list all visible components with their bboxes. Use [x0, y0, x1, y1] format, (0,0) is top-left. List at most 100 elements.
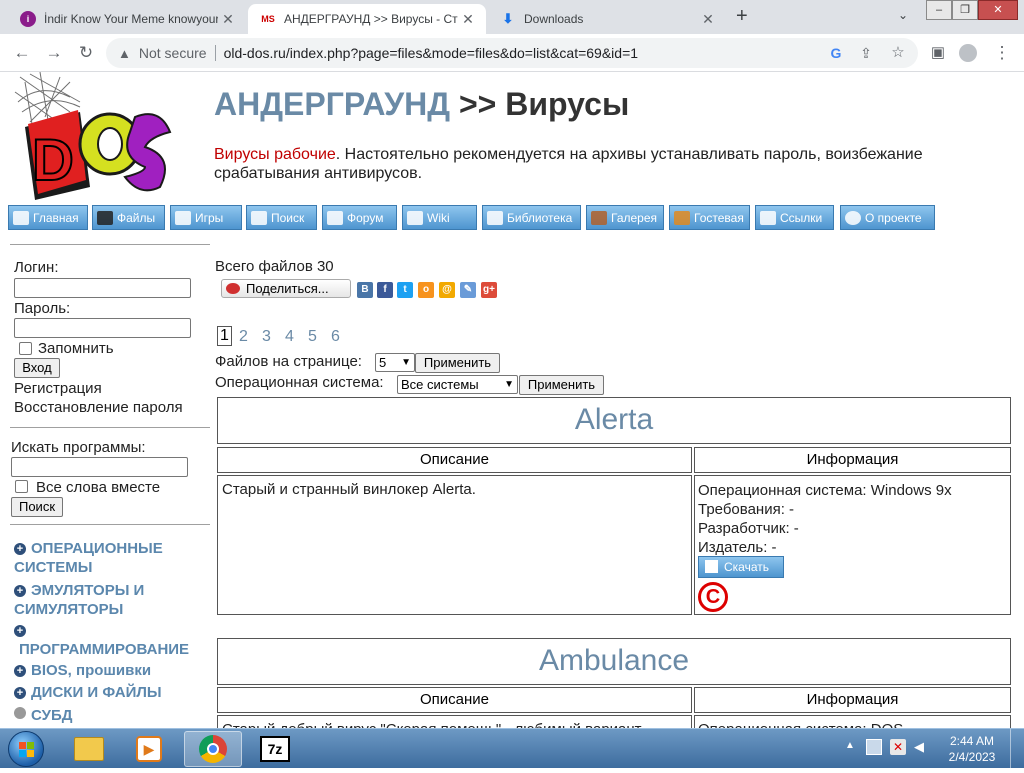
category-programming[interactable]: + ПРОГРАММИРОВАНИЕ [14, 621, 214, 659]
close-icon[interactable]: ✕ [698, 11, 718, 28]
nav-home-button[interactable]: Главная [8, 205, 88, 230]
category-dbms[interactable]: СУБД [14, 706, 209, 725]
share-button[interactable]: Поделиться... [221, 279, 351, 298]
nav-about-button[interactable]: О проекте [840, 205, 935, 230]
page-3-link[interactable]: 3 [262, 328, 271, 346]
action-center-flag-icon[interactable]: ✕ [890, 739, 906, 755]
register-link[interactable]: Регистрация [14, 380, 102, 397]
file-title-link[interactable]: Ambulance [218, 639, 1010, 683]
new-tab-button[interactable]: + [736, 5, 748, 28]
nav-search-button[interactable]: Поиск [246, 205, 317, 230]
per-page-select[interactable]: 5 ▼ [375, 353, 415, 372]
warning-triangle-icon[interactable]: ▲ [118, 46, 131, 61]
windows-taskbar: ▶ 7z ▲ ✕ ◀ 2:44 AM 2/4/2023 [0, 728, 1024, 769]
reload-icon[interactable]: ↻ [74, 42, 98, 64]
close-icon[interactable]: ✕ [218, 11, 238, 28]
nav-guestbook-button[interactable]: Гостевая [669, 205, 750, 230]
facebook-icon[interactable]: f [377, 282, 393, 298]
page-4-link[interactable]: 4 [285, 328, 294, 346]
category-emulators[interactable]: + ЭМУЛЯТОРЫ И СИМУЛЯТОРЫ [14, 581, 209, 619]
nav-library-button[interactable]: Библиотека [482, 205, 581, 230]
clock[interactable]: 2:44 AM 2/4/2023 [944, 733, 1000, 765]
expand-plus-icon[interactable]: + [14, 543, 26, 555]
password-input[interactable] [14, 318, 191, 338]
media-player-taskbar-button[interactable]: ▶ [120, 731, 178, 767]
twitter-icon[interactable]: t [397, 282, 413, 298]
page-2-link[interactable]: 2 [239, 328, 248, 346]
apply-per-page-button[interactable]: Применить [415, 353, 500, 373]
tab-search-chevron-icon[interactable]: ⌄ [898, 8, 908, 22]
description-column-header: Описание [217, 687, 692, 713]
share-label: Поделиться... [246, 281, 329, 296]
per-page-label: Файлов на странице: [215, 353, 362, 370]
file-explorer-taskbar-button[interactable] [60, 731, 118, 767]
minimize-button[interactable]: – [926, 0, 952, 20]
7zip-taskbar-button[interactable]: 7z [246, 731, 304, 767]
maximize-button[interactable]: ❐ [952, 0, 978, 20]
nav-links-button[interactable]: Ссылки [755, 205, 834, 230]
side-panel-icon[interactable]: ▣ [926, 42, 950, 64]
search-button[interactable]: Поиск [11, 497, 63, 517]
expand-plus-icon[interactable]: + [14, 665, 26, 677]
os-filter-select[interactable]: Все системы ▼ [397, 375, 518, 394]
show-hidden-icons-chevron-icon[interactable]: ▲ [845, 740, 855, 751]
share-icon[interactable]: ⇪ [854, 42, 878, 64]
category-label: BIOS, прошивки [31, 662, 152, 679]
tab-old-dos[interactable]: MS АНДЕРГРАУНД >> Вирусы - Ста ✕ [248, 4, 486, 34]
nav-gallery-button[interactable]: Галерея [586, 205, 664, 230]
url-text[interactable]: old-dos.ru/index.php?page=files&mode=fil… [224, 45, 638, 61]
network-icon[interactable] [866, 739, 882, 755]
category-os[interactable]: + ОПЕРАЦИОННЫЕ СИСТЕМЫ [14, 539, 209, 577]
login-input[interactable] [14, 278, 191, 298]
profile-avatar-icon[interactable] [956, 42, 980, 64]
back-arrow-icon[interactable]: ← [10, 42, 34, 64]
google-lens-icon[interactable]: G [824, 42, 848, 64]
close-icon[interactable]: ✕ [458, 11, 478, 28]
bookmark-star-icon[interactable]: ☆ [886, 42, 910, 64]
page-5-link[interactable]: 5 [308, 328, 317, 346]
all-words-checkbox[interactable] [15, 480, 28, 493]
expand-plus-icon[interactable]: + [14, 585, 26, 597]
nav-wiki-button[interactable]: Wiki [402, 205, 477, 230]
search-input[interactable] [11, 457, 188, 477]
breadcrumb-link[interactable]: АНДЕРГРАУНД [214, 86, 450, 122]
category-bios[interactable]: + BIOS, прошивки [14, 661, 209, 680]
vkontakte-icon[interactable]: B [357, 282, 373, 298]
download-icon: ⬇ [502, 11, 514, 26]
category-label: СИСТЕМЫ [14, 559, 93, 576]
forward-arrow-icon[interactable]: → [42, 42, 66, 64]
expand-plus-icon[interactable]: + [14, 687, 26, 699]
close-window-button[interactable]: ✕ [978, 0, 1018, 20]
file-title-link[interactable]: Alerta [218, 398, 1010, 442]
nav-forum-button[interactable]: Форум [322, 205, 397, 230]
address-bar[interactable]: ▲ Not secure old-dos.ru/index.php?page=f… [106, 38, 918, 68]
download-button[interactable]: Скачать [698, 556, 784, 578]
nav-games-button[interactable]: Игры [170, 205, 242, 230]
dos-logo[interactable]: D [10, 72, 180, 200]
restore-password-link[interactable]: Восстановление пароля [14, 399, 183, 416]
file-description: Старый и странный винлокер Alerta. [222, 481, 476, 498]
odnoklassniki-icon[interactable]: o [418, 282, 434, 298]
apply-os-filter-button[interactable]: Применить [519, 375, 604, 395]
category-disks[interactable]: + ДИСКИ И ФАЙЛЫ [14, 683, 209, 702]
info-icon [845, 210, 861, 225]
description-cell: Старый и странный винлокер Alerta. [217, 475, 692, 615]
nav-files-button[interactable]: Файлы [92, 205, 165, 230]
expand-plus-icon[interactable]: + [14, 625, 26, 637]
security-status[interactable]: Not secure [139, 45, 207, 61]
browser-toolbar: ← → ↻ ▲ Not secure old-dos.ru/index.php?… [0, 34, 1024, 72]
tab-downloads[interactable]: ⬇ Downloads ✕ [488, 4, 726, 34]
menu-kebab-icon[interactable]: ⋮ [990, 42, 1014, 64]
chrome-taskbar-button[interactable] [184, 731, 242, 767]
tab-knowyourmeme[interactable]: i İndir Know Your Meme knowyour ✕ [8, 4, 246, 34]
page-6-link[interactable]: 6 [331, 328, 340, 346]
google-plus-icon[interactable]: g+ [481, 282, 497, 298]
login-button[interactable]: Вход [14, 358, 60, 378]
file-publisher: Издатель: - [698, 539, 777, 556]
livejournal-icon[interactable]: ✎ [460, 282, 476, 298]
show-desktop-button[interactable] [1010, 729, 1024, 769]
volume-speaker-icon[interactable]: ◀ [914, 739, 932, 755]
start-button[interactable] [8, 731, 44, 767]
remember-checkbox[interactable] [19, 342, 32, 355]
mailru-icon[interactable]: @ [439, 282, 455, 298]
